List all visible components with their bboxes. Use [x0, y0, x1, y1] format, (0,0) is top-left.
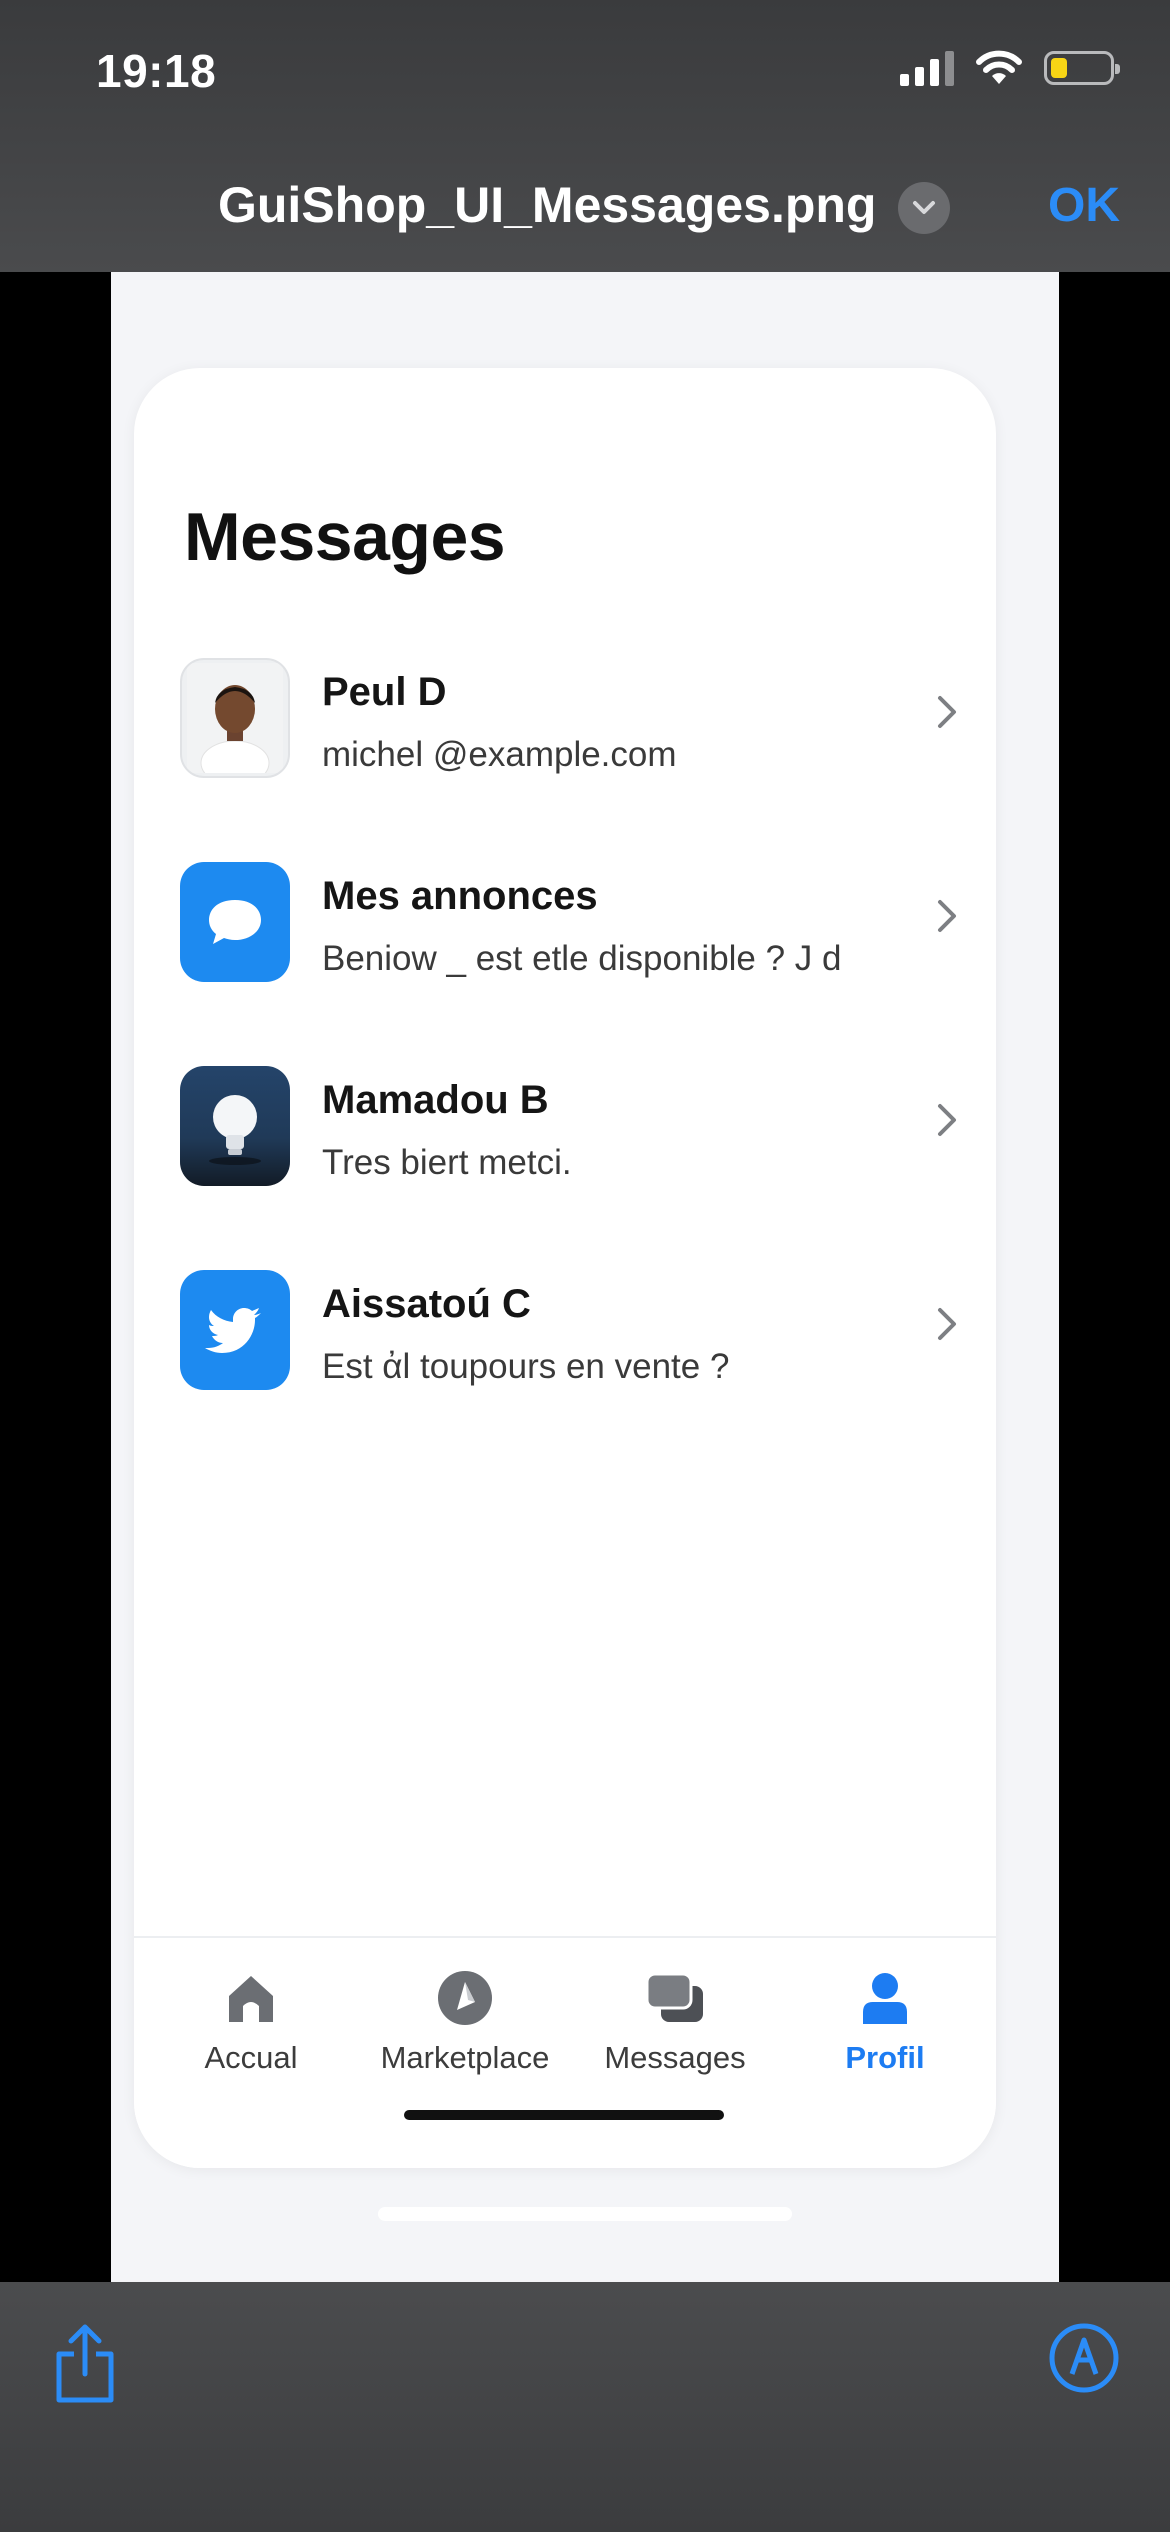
tab-messages[interactable]: Messages: [575, 1970, 775, 2076]
ok-button[interactable]: OK: [1048, 178, 1120, 233]
message-item-mes-annonces[interactable]: Mes annonces Beniow _ est etle disponibl…: [180, 862, 960, 1066]
chevron-right-icon: [938, 696, 956, 728]
tab-label: Accual: [204, 2040, 298, 2075]
markup-pen-icon: [1049, 2323, 1119, 2393]
chat-bubble-icon: [180, 862, 290, 982]
message-item-peul-d[interactable]: Peul D michel @example.com: [180, 658, 960, 862]
tab-label: Marketplace: [380, 2040, 550, 2075]
twitter-bird-icon: [180, 1270, 290, 1390]
markup-button[interactable]: [1048, 2322, 1120, 2397]
share-button[interactable]: [50, 2322, 120, 2409]
tab-profil[interactable]: Profil: [785, 1970, 985, 2076]
file-title[interactable]: GuiShop_UI_Messages.png: [218, 176, 876, 234]
message-item-aissatou-c[interactable]: Aissatoú C Est ἀl toupours en vente ?: [180, 1270, 960, 1474]
tab-label: Profil: [845, 2040, 925, 2075]
message-sender: Aissatoú C: [322, 1282, 531, 1326]
status-icons: [900, 50, 1120, 86]
battery-level: [1051, 58, 1067, 78]
page-title: Messages: [184, 499, 506, 575]
tab-accual[interactable]: Accual: [151, 1970, 351, 2076]
message-sender: Mamadou B: [322, 1078, 549, 1122]
message-item-mamadou-b[interactable]: Mamadou B Tres biert metci.: [180, 1066, 960, 1270]
chat-icon: [645, 1972, 703, 2022]
tab-label: Messages: [604, 2040, 746, 2075]
message-list: Peul D michel @example.com Mes annonces …: [180, 658, 960, 1474]
app-screen: Messages Peul D michel @example.com Mes …: [134, 368, 996, 2168]
wifi-icon: [976, 50, 1022, 84]
viewer-bottom-bar: [0, 2282, 1170, 2532]
home-icon: [229, 1976, 273, 2022]
chevron-right-icon: [938, 900, 956, 932]
photo-viewer: 19:18 GuiShop_UI_Messages.png OK Message…: [0, 0, 1170, 2532]
tab-bar: Accual Marketplace Messages Profil: [134, 1936, 996, 2168]
message-sender: Peul D: [322, 670, 447, 714]
home-indicator: [378, 2207, 792, 2221]
app-home-indicator: [404, 2110, 724, 2120]
cellular-signal-icon: [900, 50, 954, 86]
battery-icon: [1044, 51, 1120, 85]
message-preview: michel @example.com: [322, 735, 677, 774]
person-photo-avatar: [180, 658, 290, 778]
message-preview: Est ἀl toupours en vente ?: [322, 1347, 730, 1386]
viewer-top-bar: 19:18 GuiShop_UI_Messages.png OK: [0, 0, 1170, 272]
message-preview: Beniow _ est etle disponible ? J d: [322, 939, 842, 978]
compass-icon: [438, 1971, 492, 2025]
person-icon: [863, 1973, 907, 2024]
chevron-right-icon: [938, 1104, 956, 1136]
displayed-image: Messages Peul D michel @example.com Mes …: [111, 272, 1059, 2282]
chevron-down-icon[interactable]: [898, 182, 950, 234]
chevron-right-icon: [938, 1308, 956, 1340]
status-time: 19:18: [96, 45, 217, 97]
message-sender: Mes annonces: [322, 874, 598, 918]
message-preview: Tres biert metci.: [322, 1143, 572, 1182]
tab-marketplace[interactable]: Marketplace: [365, 1970, 565, 2076]
lightbulb-icon: [180, 1066, 290, 1186]
share-icon: [56, 2324, 114, 2403]
